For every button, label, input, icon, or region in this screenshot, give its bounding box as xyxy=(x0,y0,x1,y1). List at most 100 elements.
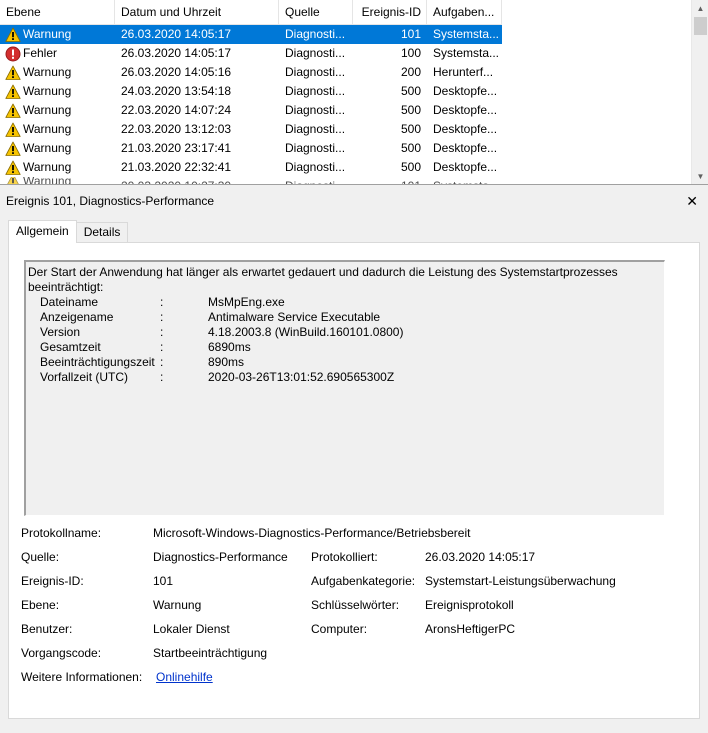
row-event-id-cell: 500 xyxy=(400,160,421,174)
row-task-cell: Desktopfe... xyxy=(433,141,498,155)
row-date-cell: 26.03.2020 14:05:16 xyxy=(121,65,232,79)
warning-icon xyxy=(5,141,23,157)
computer-label: Computer: xyxy=(311,622,368,636)
table-row[interactable]: Warnung 22.03.2020 13:12:03 Diagnosti... 50… xyxy=(0,120,502,139)
warning-icon xyxy=(5,160,23,176)
detail-tabs: Allgemein Details xyxy=(8,220,129,243)
row-level-cell: Warnung xyxy=(0,158,115,177)
row-source-cell: Diagnosti... xyxy=(285,141,346,155)
warning-icon xyxy=(5,177,23,184)
row-task-cell: Desktopfe... xyxy=(433,160,498,174)
row-level-cell: Warnung xyxy=(0,120,115,139)
field-value: 890ms xyxy=(208,355,245,369)
field-key: Gesamtzeit xyxy=(40,340,101,354)
table-row[interactable]: Warnung 21.03.2020 23:17:41 Diagnosti... 50… xyxy=(0,139,502,158)
scroll-thumb[interactable] xyxy=(694,17,707,35)
table-row[interactable]: Warnung 24.03.2020 13:54:18 Diagnosti... 50… xyxy=(0,82,502,101)
field-separator: : xyxy=(160,355,164,369)
row-source-cell: Diagnosti... xyxy=(285,103,346,117)
row-date-cell: 26.03.2020 14:05:17 xyxy=(121,46,232,60)
field-separator: : xyxy=(160,310,164,324)
log-name-value: Microsoft-Windows-Diagnostics-Performanc… xyxy=(153,526,471,540)
row-date-cell: 22.03.2020 13:12:03 xyxy=(121,122,232,136)
field-separator: : xyxy=(160,370,164,384)
row-level-cell: Warnung xyxy=(0,25,115,44)
row-event-id-cell: 500 xyxy=(400,122,421,136)
table-row[interactable]: Warnung 21.03.2020 22:32:41 Diagnosti... 50… xyxy=(0,158,502,177)
row-task-cell: Desktopfe... xyxy=(433,103,498,117)
row-level-cell: Warnung xyxy=(0,63,115,82)
row-source-cell: Diagnosti... xyxy=(285,46,346,60)
column-header-date[interactable]: Datum und Uhrzeit xyxy=(115,0,279,25)
warning-icon xyxy=(5,103,23,119)
event-description[interactable]: Der Start der Anwendung hat länger als e… xyxy=(24,260,665,516)
column-header-source[interactable]: Quelle xyxy=(279,0,353,25)
field-value: MsMpEng.exe xyxy=(208,295,285,309)
table-row[interactable]: Warnung 22.03.2020 14:07:24 Diagnosti... 50… xyxy=(0,101,502,120)
description-field: Beeinträchtigungszeit: 890ms xyxy=(28,355,662,370)
row-level-text: Warnung xyxy=(23,84,72,98)
event-id-value: 101 xyxy=(153,574,174,588)
opcode-label: Vorgangscode: xyxy=(21,646,102,660)
row-level-text: Warnung xyxy=(23,65,72,79)
column-header-level[interactable]: Ebene xyxy=(0,0,115,25)
description-field: Version: 4.18.2003.8 (WinBuild.160101.080… xyxy=(28,325,662,340)
row-date-cell: 26.03.2020 14:05:17 xyxy=(121,27,232,41)
level-value: Warnung xyxy=(153,598,202,612)
row-source-cell: Diagnosti... xyxy=(285,65,346,79)
row-event-id-cell: 101 xyxy=(353,177,427,184)
vertical-scrollbar[interactable]: ▲ ▼ xyxy=(691,0,708,184)
more-info-label: Weitere Informationen: xyxy=(21,670,143,684)
user-label: Benutzer: xyxy=(21,622,73,636)
row-level-cell: Warnung xyxy=(0,139,115,158)
scroll-down-arrow-icon[interactable]: ▼ xyxy=(692,168,708,184)
field-separator: : xyxy=(160,340,164,354)
row-event-id-cell: 500 xyxy=(400,141,421,155)
row-level-text: Warnung xyxy=(23,177,72,185)
field-value: Antimalware Service Executable xyxy=(208,310,381,324)
scroll-up-arrow-icon[interactable]: ▲ xyxy=(692,0,708,17)
row-event-id-cell: 101 xyxy=(400,27,421,41)
table-row-partial[interactable]: Warnung 20.03.2020 10:27:30Diagnosti...10… xyxy=(0,177,502,185)
event-id-label: Ereignis-ID: xyxy=(21,574,84,588)
row-task-cell: Desktopfe... xyxy=(433,122,498,136)
description-text: Der Start der Anwendung hat länger als e… xyxy=(28,265,618,279)
row-task-cell: Systemsta... xyxy=(427,177,502,184)
field-key: Anzeigename xyxy=(40,310,114,324)
row-date-cell: 22.03.2020 14:07:24 xyxy=(121,103,232,117)
row-date-cell: 21.03.2020 22:32:41 xyxy=(121,160,232,174)
task-category-value: Systemstart-Leistungsüberwachung xyxy=(425,574,616,588)
row-level-text: Fehler xyxy=(23,46,58,60)
row-date-cell: 21.03.2020 23:17:41 xyxy=(121,141,232,155)
tab-details[interactable]: Details xyxy=(75,222,129,242)
user-value: Lokaler Dienst xyxy=(153,622,230,636)
close-icon[interactable]: ✕ xyxy=(686,192,698,210)
row-task-cell: Herunterf... xyxy=(433,65,494,79)
row-source-cell: Diagnosti... xyxy=(279,177,353,184)
task-category-label: Aufgabenkategorie: xyxy=(311,574,416,588)
column-header-task[interactable]: Aufgaben... xyxy=(427,0,502,25)
table-row[interactable]: Warnung 26.03.2020 14:05:17 Diagnosti... 10… xyxy=(0,25,502,44)
event-list[interactable]: Ebene Datum und Uhrzeit Quelle Ereignis-… xyxy=(0,0,708,185)
row-level-text: Warnung xyxy=(23,122,72,136)
row-source-cell: Diagnosti... xyxy=(285,160,346,174)
event-list-header: Ebene Datum und Uhrzeit Quelle Ereignis-… xyxy=(0,0,502,25)
keywords-label: Schlüsselwörter: xyxy=(311,598,400,612)
warning-icon xyxy=(5,27,23,43)
table-row[interactable]: Fehler 26.03.2020 14:05:17 Diagnosti... 100… xyxy=(0,44,502,63)
row-event-id-cell: 500 xyxy=(400,103,421,117)
field-key: Beeinträchtigungszeit xyxy=(40,355,155,369)
row-task-cell: Systemsta... xyxy=(433,46,500,60)
column-header-event-id[interactable]: Ereignis-ID xyxy=(353,0,427,25)
field-value: 4.18.2003.8 (WinBuild.160101.0800) xyxy=(208,325,404,339)
online-help-link[interactable]: Onlinehilfe xyxy=(156,670,213,684)
row-date-cell: 20.03.2020 10:27:30 xyxy=(115,177,279,184)
table-row[interactable]: Warnung 26.03.2020 14:05:16 Diagnosti... 20… xyxy=(0,63,502,82)
row-level-cell: Warnung xyxy=(0,101,115,120)
field-value: 6890ms xyxy=(208,340,251,354)
tab-general[interactable]: Allgemein xyxy=(8,220,77,243)
row-event-id-cell: 500 xyxy=(400,84,421,98)
source-value: Diagnostics-Performance xyxy=(153,550,288,564)
general-tab-panel: Der Start der Anwendung hat länger als e… xyxy=(8,242,700,719)
description-text-cont: beeinträchtigt: xyxy=(28,280,104,294)
